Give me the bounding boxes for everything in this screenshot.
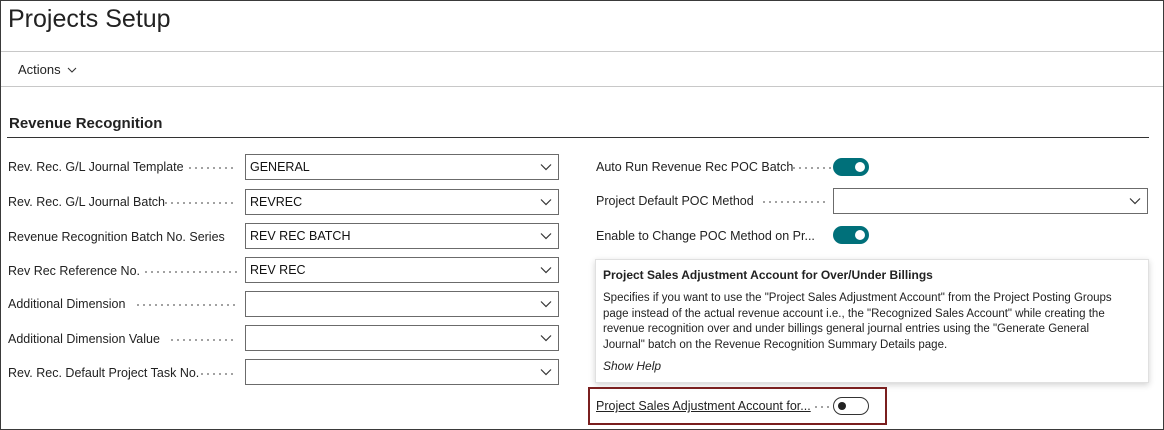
actions-menu[interactable]: Actions [18,62,77,77]
tooltip-title: Project Sales Adjustment Account for Ove… [603,268,933,282]
batch-no-series-select[interactable]: REV REC BATCH [245,223,559,249]
toggle-knob [855,162,865,172]
label-dots [135,304,237,306]
show-help-link[interactable]: Show Help [603,359,1140,373]
journal-batch-value: REVREC [250,195,303,209]
field-label-auto-run: Auto Run Revenue Rec POC Batch [596,160,794,174]
enable-change-poc-toggle[interactable] [833,226,869,244]
sales-adjustment-toggle[interactable] [833,397,869,415]
section-divider [7,137,1149,138]
journal-template-select[interactable]: GENERAL [245,154,559,180]
journal-template-value: GENERAL [250,160,310,174]
field-tooltip: Project Sales Adjustment Account for Ove… [595,259,1149,383]
label-dots [199,373,237,375]
chevron-down-icon [67,67,77,73]
batch-no-series-value: REV REC BATCH [250,229,351,243]
default-project-task-select[interactable] [245,359,559,385]
toggle-knob [838,402,846,410]
chevron-down-icon[interactable] [1129,196,1141,206]
field-label-batch-no-series: Revenue Recognition Batch No. Series [8,230,225,244]
actions-label: Actions [18,62,61,77]
field-label-additional-dimension-value: Additional Dimension Value [8,332,160,346]
actions-divider [1,86,1163,87]
field-label-default-poc: Project Default POC Method [596,194,754,208]
label-dots [169,339,237,341]
tooltip-line: page instead of the actual revenue accou… [603,307,1105,320]
default-poc-select[interactable] [833,188,1148,214]
reference-no-select[interactable]: REV REC [245,257,559,283]
tooltip-body: Specifies if you want to use the "Projec… [603,291,1140,353]
field-label-enable-change-poc: Enable to Change POC Method on Pr... [596,229,815,243]
field-label-journal-batch: Rev. Rec. G/L Journal Batch [8,195,166,209]
field-label-additional-dimension: Additional Dimension [8,297,126,311]
field-label-reference-no: Rev Rec Reference No. [8,264,141,278]
label-dots [761,201,827,203]
field-label-journal-template: Rev. Rec. G/L Journal Template [8,160,184,174]
section-title: Revenue Recognition [9,115,163,132]
label-dots [163,202,237,204]
field-label-sales-adjustment[interactable]: Project Sales Adjustment Account for... [596,399,811,413]
chevron-down-icon[interactable] [540,333,552,343]
additional-dimension-value-select[interactable] [245,325,559,351]
chevron-down-icon[interactable] [540,197,552,207]
chevron-down-icon[interactable] [540,265,552,275]
label-dots [187,167,237,169]
title-divider [1,51,1163,52]
chevron-down-icon[interactable] [540,367,552,377]
toggle-knob [855,230,865,240]
label-dots [791,167,831,169]
tooltip-line: Specifies if you want to use the "Projec… [603,292,1112,304]
label-dots [143,271,237,273]
page-title: Projects Setup [8,5,171,33]
chevron-down-icon[interactable] [540,231,552,241]
journal-batch-select[interactable]: REVREC [245,189,559,215]
chevron-down-icon[interactable] [540,162,552,172]
reference-no-value: REV REC [250,263,306,277]
auto-run-toggle[interactable] [833,158,869,176]
page-frame: Projects Setup Actions Revenue Recogniti… [0,0,1164,430]
chevron-down-icon[interactable] [540,299,552,309]
field-label-default-project-task: Rev. Rec. Default Project Task No. [8,366,200,380]
additional-dimension-select[interactable] [245,291,559,317]
tooltip-line: revenue recognition over and under billi… [603,323,1090,336]
tooltip-line: Journal" batch on the Revenue Recognitio… [603,338,948,351]
label-dots [813,406,829,408]
